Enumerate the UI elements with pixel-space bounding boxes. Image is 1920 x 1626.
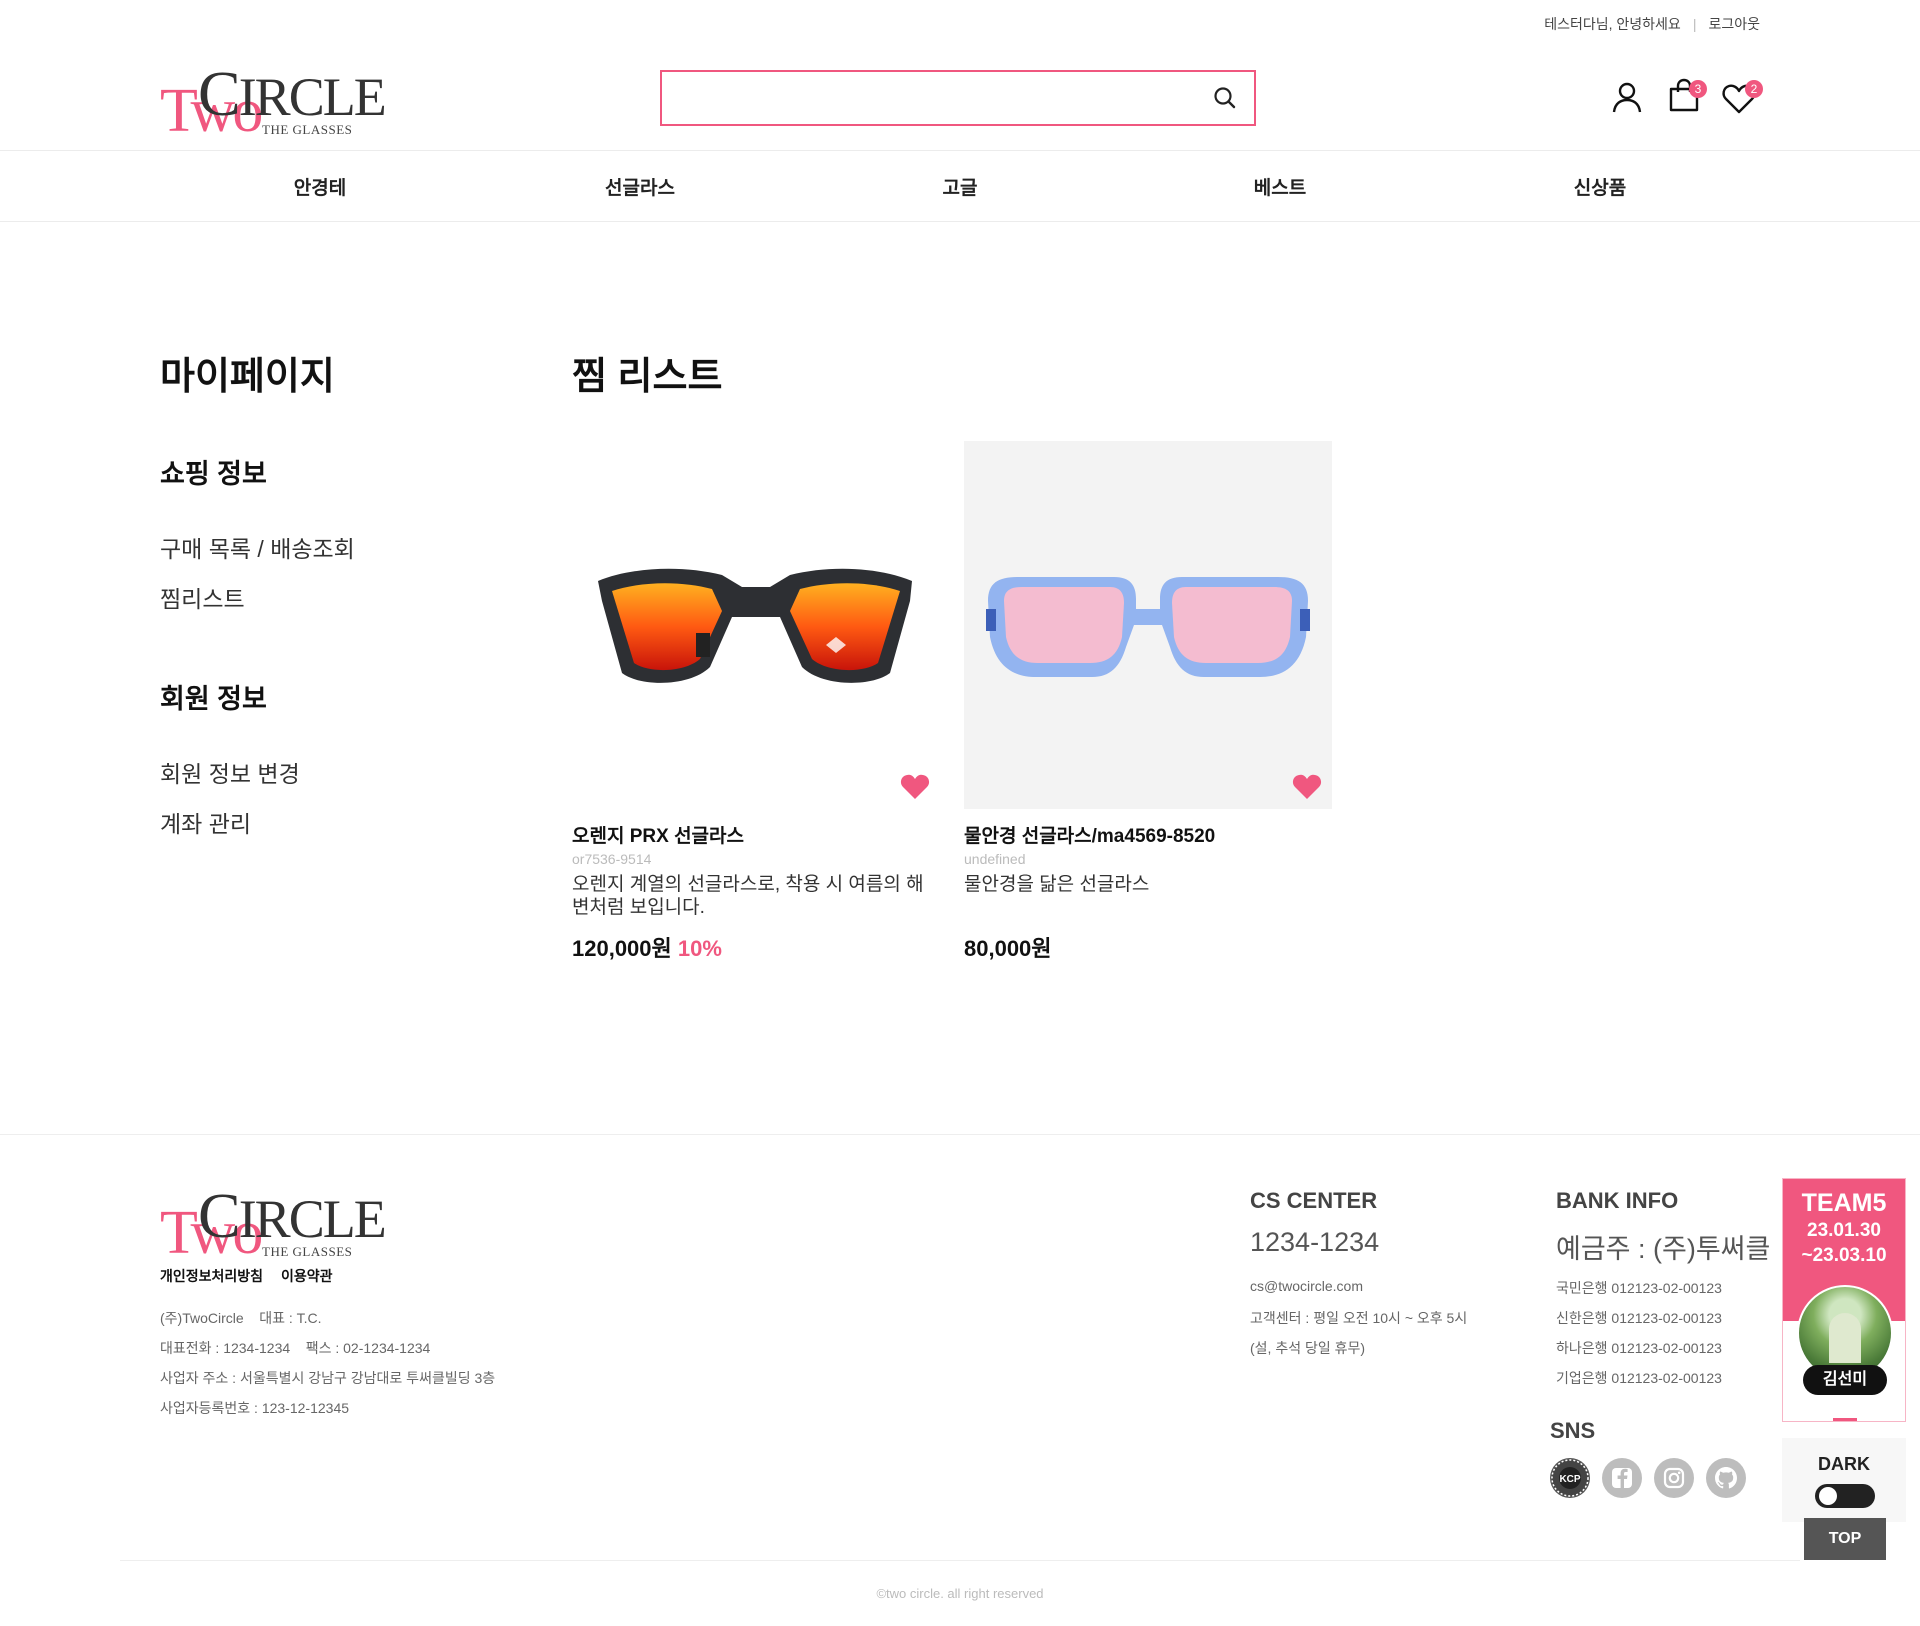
cs-heading: CS CENTER <box>1250 1188 1378 1213</box>
dark-mode-toggle[interactable] <box>1815 1484 1875 1508</box>
search-input[interactable] <box>662 72 1214 124</box>
footer-logo[interactable]: Two CIRCLE THE GLASSES <box>160 1184 387 1270</box>
product-image[interactable] <box>964 441 1332 809</box>
bank-account: 신한은행 012123-02-00123 <box>1556 1310 1722 1326</box>
logo-circle: CIRCLE <box>198 58 387 129</box>
blue-pink-sunglasses-image <box>986 577 1310 677</box>
github-icon[interactable] <box>1706 1458 1746 1498</box>
biz-number-line: 사업자등록번호 : 123-12-12345 <box>160 1400 350 1416</box>
logo-subtitle: THE GLASSES <box>262 122 353 137</box>
team-badge: TEAM5 23.01.30 ~23.03.10 김선미 <box>1782 1178 1906 1422</box>
sidebar-link-wishlist[interactable]: 찜리스트 <box>160 580 245 614</box>
product-description: 오렌지 계열의 선글라스로, 착용 시 여름의 해변처럼 보입니다. <box>572 874 924 918</box>
page-title: 찜 리스트 <box>572 356 723 398</box>
logo-subtitle: THE GLASSES <box>262 1244 353 1259</box>
instagram-icon[interactable] <box>1654 1458 1694 1498</box>
team-label: TEAM5 <box>1801 1189 1887 1217</box>
terms-link[interactable]: 이용약관 <box>281 1266 333 1286</box>
cs-phone: 1234-1234 <box>1250 1227 1380 1257</box>
user-icon[interactable] <box>1609 79 1645 115</box>
wishlist-count-badge: 2 <box>1745 80 1763 98</box>
top-util-bar: 테스터다님, 안녕하세요 | 로그아웃 <box>1544 14 1760 34</box>
search-icon[interactable] <box>1212 85 1238 111</box>
dark-mode-label: DARK <box>1818 1454 1870 1474</box>
team-date-from: 23.01.30 <box>1807 1220 1881 1241</box>
footer-divider <box>0 1134 1920 1135</box>
nav-item-frames[interactable]: 안경테 <box>294 173 346 200</box>
logout-link[interactable]: 로그아웃 <box>1708 14 1760 34</box>
member-name-tag[interactable]: 김선미 <box>1803 1365 1887 1395</box>
sidebar-link-orders[interactable]: 구매 목록 / 배송조회 <box>160 530 355 564</box>
cs-email[interactable]: cs@twocircle.com <box>1250 1278 1363 1294</box>
facebook-icon[interactable] <box>1602 1458 1642 1498</box>
cs-holiday: (설, 추석 당일 휴무) <box>1250 1340 1366 1356</box>
toggle-knob <box>1819 1487 1837 1505</box>
copyright-text: ©two circle. all right reserved <box>876 1586 1044 1601</box>
sns-heading: SNS <box>1550 1418 1596 1443</box>
sidebar-link-accounts[interactable]: 계좌 관리 <box>160 805 251 839</box>
wish-heart-icon[interactable] <box>1292 773 1322 801</box>
product-description: 물안경을 닮은 선글라스 <box>964 874 1150 895</box>
wish-heart-icon[interactable] <box>900 773 930 801</box>
search-box <box>660 70 1256 126</box>
scroll-top-button[interactable]: TOP <box>1804 1518 1886 1560</box>
address-line: 사업자 주소 : 서울특별시 강남구 강남대로 투써클빌딩 3층 <box>160 1370 496 1386</box>
bank-heading: BANK INFO <box>1556 1188 1679 1213</box>
nav-item-best[interactable]: 베스트 <box>1254 173 1306 200</box>
kcp-icon[interactable]: KCP <box>1550 1458 1590 1498</box>
orange-sunglasses-image <box>598 568 912 683</box>
company-line: (주)TwoCircle 대표 : T.C. <box>160 1310 322 1326</box>
team-date-to: ~23.03.10 <box>1801 1245 1887 1266</box>
product-price: 120,000원 10% <box>572 936 722 961</box>
bank-account: 기업은행 012123-02-00123 <box>1556 1370 1722 1386</box>
discount-rate: 10% <box>677 936 722 961</box>
bank-holder: 예금주 : (주)투써클 <box>1556 1234 1771 1264</box>
product-code: or7536-9514 <box>572 851 652 867</box>
product-name[interactable]: 오렌지 PRX 선글라스 <box>572 821 940 848</box>
wishlist-card[interactable]: 물안경 선글라스/ma4569-8520 undefined 물안경을 닮은 선… <box>964 441 1332 963</box>
bank-account: 하나은행 012123-02-00123 <box>1556 1340 1722 1356</box>
dark-mode-panel: DARK <box>1782 1438 1906 1522</box>
sidebar-link-edit-profile[interactable]: 회원 정보 변경 <box>160 755 300 789</box>
main-nav: 안경테 선글라스 고글 베스트 신상품 <box>0 150 1920 222</box>
cart-count-badge: 3 <box>1689 80 1707 98</box>
site-logo[interactable]: Two CIRCLE THE GLASSES <box>160 62 387 148</box>
nav-item-new[interactable]: 신상품 <box>1574 173 1626 200</box>
team-indicator <box>1833 1418 1857 1421</box>
copyright-divider <box>120 1560 1800 1561</box>
kcp-label: KCP <box>1559 1474 1580 1485</box>
product-name[interactable]: 물안경 선글라스/ma4569-8520 <box>964 821 1332 848</box>
nav-item-goggles[interactable]: 고글 <box>943 173 978 200</box>
nav-item-sunglasses[interactable]: 선글라스 <box>605 173 675 200</box>
mypage-title: 마이페이지 <box>160 356 335 398</box>
cs-hours: 고객센터 : 평일 오전 10시 ~ 오후 5시 <box>1250 1310 1468 1326</box>
product-code: undefined <box>964 851 1026 867</box>
member-info-heading: 회원 정보 <box>160 684 267 714</box>
greeting-text: 테스터다님, 안녕하세요 <box>1544 16 1681 32</box>
wishlist-card[interactable]: 오렌지 PRX 선글라스 or7536-9514 오렌지 계열의 선글라스로, … <box>572 441 940 963</box>
footer-links: 개인정보처리방침 이용약관 <box>160 1266 333 1286</box>
util-divider: | <box>1692 16 1697 32</box>
logo-circle: CIRCLE <box>198 1180 387 1251</box>
product-image[interactable] <box>572 441 940 809</box>
product-price: 80,000원 <box>964 936 1052 961</box>
bank-account: 국민은행 012123-02-00123 <box>1556 1280 1722 1296</box>
privacy-policy-link[interactable]: 개인정보처리방침 <box>160 1266 263 1286</box>
shopping-info-heading: 쇼핑 정보 <box>160 459 267 489</box>
contact-line: 대표전화 : 1234-1234 팩스 : 02-1234-1234 <box>160 1340 431 1356</box>
